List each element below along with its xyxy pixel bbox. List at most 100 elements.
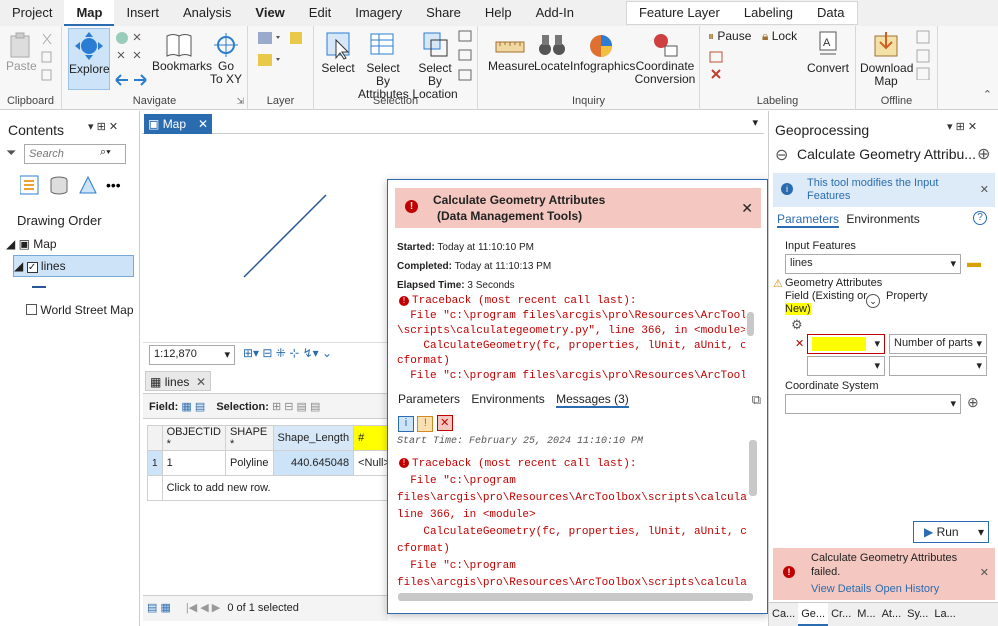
pane-tab[interactable]: M... bbox=[854, 603, 878, 626]
convert-button[interactable]: A Convert bbox=[806, 30, 850, 75]
selection-small-icons[interactable] bbox=[458, 30, 474, 86]
layer-tools-icons[interactable] bbox=[256, 30, 308, 70]
bookmarks-button[interactable]: Bookmarks bbox=[152, 32, 212, 73]
pane-tab[interactable]: Cr... bbox=[828, 603, 854, 626]
download-map-button[interactable]: Download Map bbox=[860, 30, 913, 88]
pane-options-icons[interactable]: ▾ ⊞ ✕ bbox=[88, 120, 118, 133]
scrollbar[interactable] bbox=[747, 312, 754, 336]
table-tab[interactable]: ▦ lines ✕ bbox=[145, 371, 211, 391]
table-row[interactable]: 1 1 Polyline 440.645048 <Null> bbox=[147, 450, 395, 476]
scrollbar[interactable] bbox=[749, 440, 757, 496]
expand-icon[interactable]: ◢ bbox=[14, 259, 23, 273]
search-icon[interactable]: ⌕▾ bbox=[100, 146, 111, 159]
record-nav-icons[interactable]: |◀ ◀ ▶ bbox=[186, 602, 220, 614]
column-header[interactable]: SHAPE * bbox=[224, 425, 274, 451]
collapse-ribbon-icon[interactable]: ⌃ bbox=[983, 88, 992, 101]
pane-tab[interactable]: Sy... bbox=[904, 603, 931, 626]
close-icon[interactable]: ✕ bbox=[980, 566, 989, 579]
expand-icon[interactable]: ◢ bbox=[6, 237, 15, 251]
field-tools-icons[interactable]: ▦ ▤ bbox=[181, 401, 205, 413]
measure-button[interactable]: Measure bbox=[488, 32, 535, 73]
paste-button[interactable]: Paste bbox=[6, 32, 37, 73]
warning-filter-icon[interactable]: ! bbox=[417, 416, 434, 432]
coordinate-conversion-button[interactable]: Coordinate Conversion bbox=[634, 32, 696, 86]
globe-icon[interactable]: ⊕ bbox=[967, 394, 979, 411]
input-features-field[interactable]: lines ▾ bbox=[785, 254, 961, 274]
tab-analysis[interactable]: Analysis bbox=[171, 0, 243, 26]
tab-environments[interactable]: Environments bbox=[471, 392, 544, 406]
close-icon[interactable]: ✕ bbox=[198, 117, 208, 131]
explore-button[interactable]: Explore bbox=[68, 28, 110, 90]
select-button[interactable]: Select bbox=[320, 30, 356, 75]
tab-insert[interactable]: Insert bbox=[114, 0, 171, 26]
basemap-layer-item[interactable]: World Street Map bbox=[26, 303, 134, 317]
property-select-empty[interactable]: ▾ bbox=[889, 356, 987, 376]
close-icon[interactable]: ✕ bbox=[980, 183, 989, 196]
lock-labels-button[interactable]: 🔒︎ Lock bbox=[762, 30, 797, 43]
select-by-attributes-button[interactable]: Select By Attributes bbox=[358, 30, 409, 101]
tab-map[interactable]: Map bbox=[64, 0, 115, 26]
locate-button[interactable]: Locate bbox=[534, 32, 570, 73]
copy-icon[interactable]: ⧉ bbox=[752, 392, 761, 408]
tab-messages[interactable]: Messages (3) bbox=[556, 392, 629, 408]
open-history-link[interactable]: Open History bbox=[875, 583, 939, 595]
dialog-launcher-icon[interactable]: ⇲ bbox=[236, 96, 244, 107]
tab-view[interactable]: View bbox=[243, 0, 296, 26]
view-details-link[interactable]: View Details bbox=[811, 583, 871, 595]
table-view-icons[interactable]: ▤ ▦ bbox=[147, 602, 171, 614]
pause-labels-button[interactable]: ⏸ Pause bbox=[708, 30, 751, 43]
property-select[interactable]: Number of parts ▾ bbox=[889, 334, 987, 354]
add-row[interactable]: Click to add new row. bbox=[147, 475, 395, 501]
tab-parameters[interactable]: Parameters bbox=[398, 392, 460, 406]
tab-feature-layer[interactable]: Feature Layer bbox=[627, 2, 732, 24]
tab-edit[interactable]: Edit bbox=[297, 0, 343, 26]
sort-icon[interactable]: ⌄ bbox=[866, 294, 880, 308]
selection-tools-icons[interactable]: ⊞ ⊟ ▤ ▤ bbox=[272, 401, 320, 413]
folder-icon[interactable]: ▬ bbox=[967, 254, 981, 270]
filter-icon[interactable]: ⏷ bbox=[6, 145, 16, 161]
gear-icon[interactable]: ⚙ bbox=[791, 317, 803, 333]
tab-parameters[interactable]: Parameters bbox=[777, 212, 840, 228]
contents-view-icons[interactable]: ••• bbox=[20, 175, 132, 197]
pane-options-icons[interactable]: ▾ ⊞ ✕ bbox=[947, 120, 977, 133]
go-to-xy-button[interactable]: Go To XY bbox=[208, 32, 244, 86]
column-header[interactable]: OBJECTID * bbox=[161, 425, 226, 451]
infographics-button[interactable]: Infographics bbox=[570, 32, 635, 73]
close-icon[interactable]: ✕ bbox=[196, 375, 206, 389]
run-button[interactable]: ▶ Run ▾ bbox=[913, 521, 989, 543]
pane-tab-geoprocessing[interactable]: Ge... bbox=[798, 603, 829, 626]
tab-share[interactable]: Share bbox=[414, 0, 473, 26]
column-header[interactable]: Shape_Length bbox=[272, 425, 355, 451]
coordinate-system-field[interactable]: ▾ bbox=[785, 394, 961, 414]
remove-row-icon[interactable]: ✕ bbox=[795, 337, 804, 350]
map-view-tab[interactable]: ▣ Map ✕ bbox=[144, 114, 212, 134]
tab-add-in[interactable]: Add-In bbox=[524, 0, 586, 26]
back-arrow-icon[interactable]: ⊖ bbox=[775, 145, 788, 165]
pane-tab[interactable]: Ca... bbox=[769, 603, 798, 626]
select-by-location-button[interactable]: Select By Location bbox=[410, 30, 460, 101]
tab-environments[interactable]: Environments bbox=[846, 212, 919, 226]
pane-tab[interactable]: La... bbox=[931, 603, 958, 626]
map-status-tools[interactable]: ⊞▾ ⊟ ⁜ ⊹ ↯▾ ⌄ bbox=[243, 346, 332, 360]
line-feature[interactable] bbox=[243, 194, 327, 278]
zoom-nav-icons[interactable] bbox=[114, 30, 148, 86]
tab-project[interactable]: Project bbox=[0, 0, 64, 26]
cut-copy-icons[interactable] bbox=[40, 32, 54, 82]
tab-help[interactable]: Help bbox=[473, 0, 524, 26]
scale-field[interactable]: 1:12,870 ▾ bbox=[149, 345, 235, 365]
tab-imagery[interactable]: Imagery bbox=[343, 0, 414, 26]
info-filter-icon[interactable]: i bbox=[398, 416, 414, 432]
visibility-checkbox[interactable]: ✓ bbox=[26, 262, 38, 273]
field-select[interactable]: ▾ bbox=[807, 334, 885, 354]
visibility-checkbox[interactable] bbox=[26, 304, 37, 315]
pane-tab[interactable]: At... bbox=[879, 603, 905, 626]
label-options-icons[interactable] bbox=[708, 50, 736, 86]
tab-dropdown-icon[interactable]: ▾ bbox=[752, 116, 758, 129]
field-select-empty[interactable]: ▾ bbox=[807, 356, 885, 376]
offline-small-icons[interactable] bbox=[916, 30, 932, 80]
tab-labeling[interactable]: Labeling bbox=[732, 2, 805, 24]
lines-layer-item[interactable]: ◢ ✓ lines bbox=[13, 255, 134, 277]
horizontal-scrollbar[interactable] bbox=[398, 593, 753, 601]
close-dialog-button[interactable]: ✕ bbox=[741, 200, 753, 217]
error-filter-icon[interactable]: ✕ bbox=[436, 415, 453, 431]
